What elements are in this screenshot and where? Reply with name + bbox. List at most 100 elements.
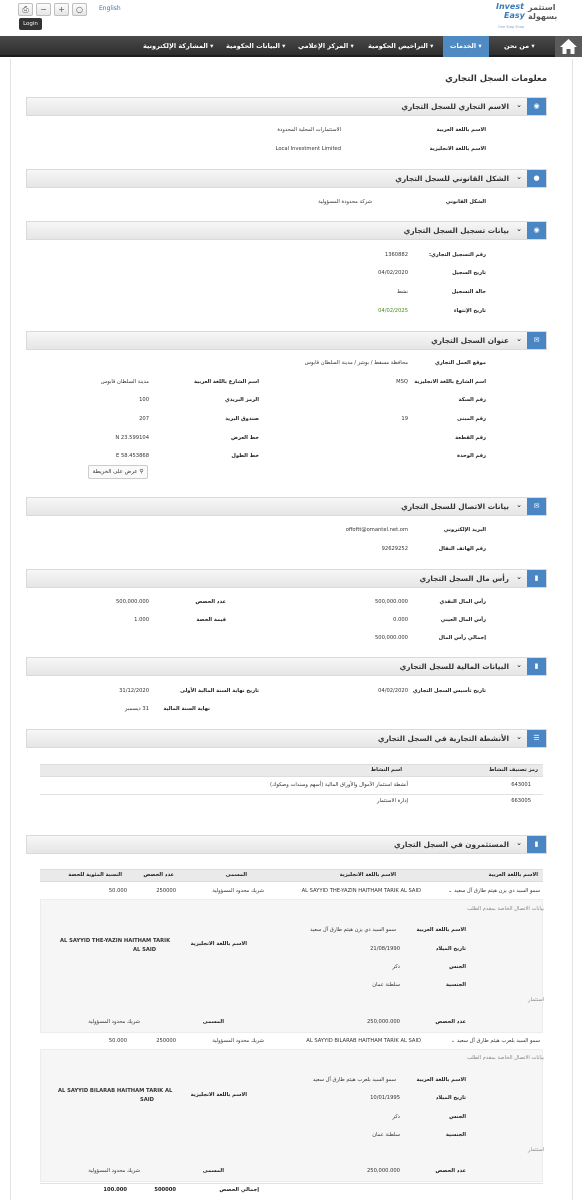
investor-gender-value: ذكر xyxy=(392,964,400,970)
reg-status-label: حالة التسجيل xyxy=(451,289,486,295)
section-capital[interactable]: ▮ ⌄ رأس مال السجل التجاري xyxy=(26,569,547,588)
investor-en-name-value-line2: SAID xyxy=(140,1097,154,1103)
plot-no-label: رقم القطعة xyxy=(455,435,486,441)
fy-end-label: نهاية السنة المالية xyxy=(163,706,210,712)
chevron-down-icon[interactable]: ⌄ xyxy=(448,888,452,894)
investor-dob-label: تاريخ الميلاد xyxy=(435,946,466,952)
investor-pct-cell: 50.000 xyxy=(108,1038,127,1044)
share-value-value: 1.000 xyxy=(134,617,149,623)
show-on-map-button[interactable]: ⚲ عرض على الخريطة xyxy=(88,465,148,479)
investor-title-cell: شريك محدود المسؤولية xyxy=(212,888,264,894)
nav-gov-data[interactable]: البيانات الحكومية ▾ xyxy=(226,36,285,57)
investor-en-name-cell: AL SAYYID THE-YAZIN HAITHAM TARIK AL SAI… xyxy=(301,888,421,894)
section-financial[interactable]: ▮ ⌄ البيانات المالية للسجل التجاري xyxy=(26,657,547,676)
investor-title-value: شريك محدود المسؤولية xyxy=(88,1019,140,1025)
po-box-label: صندوق البريد xyxy=(225,416,259,422)
investor-gender-value: ذكر xyxy=(392,1114,400,1120)
total-pct-value: 100.000 xyxy=(103,1187,127,1193)
language-link[interactable]: English xyxy=(99,5,121,12)
en-name-label: الاسم باللغة الانجليزية xyxy=(429,146,486,152)
investor-en-name-value: AL SAYYID THE-YAZIN HAITHAM TARIK xyxy=(60,938,171,944)
establishment-date-value: 04/02/2020 xyxy=(378,688,408,694)
investor-detail-panel xyxy=(40,1049,543,1182)
investment-caption: استثمار xyxy=(527,997,544,1003)
circle-icon: ● xyxy=(527,170,546,187)
login-button[interactable]: Login xyxy=(19,18,42,30)
reset-icon[interactable]: ○ xyxy=(72,3,87,16)
investor-ar-name-cell[interactable]: سمو السيد بلعرب هيثم طارق آل سعيد ⌄ xyxy=(451,1038,540,1044)
chevron-down-icon: ⌄ xyxy=(516,733,522,741)
chevron-down-icon: ⌄ xyxy=(516,661,522,669)
map-pin-icon: ⚲ xyxy=(139,469,144,475)
activity-name-cell: أنشطة استثمار الأموال والأوراق المالية (… xyxy=(270,782,408,788)
investor-gender-label: الجنس xyxy=(449,964,466,970)
inkind-capital-value: 0.000 xyxy=(393,617,408,623)
share-value-label: قيمة الحصة xyxy=(196,617,226,623)
list-icon: ☰ xyxy=(527,730,546,747)
chevron-down-icon[interactable]: ⌄ xyxy=(451,1038,455,1044)
first-fy-end-label: تاريخ نهاية السنة المالية الأولى xyxy=(180,688,259,694)
longitude-label: خط الطول xyxy=(231,453,259,459)
investor-nationality-value: سلطنة عمان xyxy=(372,1132,400,1138)
section-investors[interactable]: ▮ ⌄ المستثمرون في السجل التجاري xyxy=(26,835,547,854)
nav-about[interactable]: من نحن ▾ xyxy=(504,36,535,57)
activity-name-header: اسم النشاط xyxy=(370,767,402,773)
activity-code-cell: 643001 xyxy=(511,782,531,788)
main-nav: من نحن ▾ الخدمات ▾ التراخيص الحكومية ▾ ا… xyxy=(0,36,582,57)
plus-icon[interactable]: + xyxy=(54,3,69,16)
section-registration[interactable]: ◉ ⌄ بيانات تسجيل السجل التجاري xyxy=(26,221,547,240)
investor-ar-name-header: الاسم باللغة العربية xyxy=(488,872,538,878)
cash-capital-label: رأس المال النقدي xyxy=(439,599,486,605)
investor-pct-header: النسبة المئوية للحصة xyxy=(68,872,122,878)
investor-shares-label: عدد الحصص xyxy=(435,1168,466,1174)
home-icon xyxy=(560,39,577,54)
section-activities[interactable]: ☰ ⌄ الأنشطة التجارية في السجل التجاري xyxy=(26,729,547,748)
inkind-capital-label: رأس المال العيني xyxy=(440,617,486,623)
invest-easy-logo[interactable]: Invest Easy استثمر بسهولة One Stop Shop xyxy=(492,1,564,35)
investor-ar-name-cell[interactable]: سمو السيد ذي يزن هيثم طارق آل سعيد ⌄ xyxy=(448,888,540,894)
shares-count-label: عدد الحصص xyxy=(195,599,226,605)
section-address[interactable]: ✉ ⌄ عنوان السجل التجاري xyxy=(26,331,547,350)
investor-en-name-cell: AL SAYYID BILARAB HAITHAM TARIK AL SAID xyxy=(306,1038,421,1044)
envelope-icon: ✉ xyxy=(527,332,546,349)
postal-code-label: الرمز البريدي xyxy=(225,397,259,403)
bar-chart-icon: ▮ xyxy=(527,570,546,587)
email-label: البريد الإلكتروني xyxy=(443,527,486,533)
print-icon[interactable]: ⎙ xyxy=(18,3,33,16)
investor-pct-cell: 50.000 xyxy=(108,888,127,894)
investor-ar-name-value: سمو السيد ذي يزن هيثم طارق آل سعيد xyxy=(310,927,396,933)
ar-name-value: الاستثمارات المحلية المحدودة xyxy=(277,127,341,133)
en-name-value: Local Investment Limited xyxy=(275,146,341,152)
nav-media-center[interactable]: المركز الإعلامي ▾ xyxy=(298,36,354,57)
investor-shares-header: عدد الحصص xyxy=(143,872,174,878)
fy-end-value: 31 ديسمبر xyxy=(124,706,149,712)
nav-e-participation[interactable]: المشاركة الإلكترونية ▾ xyxy=(143,36,213,57)
section-contact[interactable]: ✉ ⌄ بيانات الاتصال للسجل التجاري xyxy=(26,497,547,516)
globe-icon: ◉ xyxy=(527,98,546,115)
first-fy-end-value: 31/12/2020 xyxy=(119,688,149,694)
section-trade-name[interactable]: ◉ ⌄ الاسم التجاري للسجل التجاري xyxy=(26,97,547,116)
investor-gender-label: الجنس xyxy=(449,1114,466,1120)
legal-form-value: شركة محدودة المسؤولية xyxy=(318,199,372,205)
envelope-icon: ✉ xyxy=(527,498,546,515)
latitude-value: N 23.599104 xyxy=(115,435,149,441)
activities-table-header xyxy=(40,764,543,777)
home-button[interactable] xyxy=(555,36,582,57)
contact-caption: بيانات الاتصال الخاصة بمقدم الطلب xyxy=(466,1055,544,1061)
minus-icon[interactable]: − xyxy=(36,3,51,16)
longitude-value: E 58.453868 xyxy=(116,453,149,459)
investor-shares-label: عدد الحصص xyxy=(435,1019,466,1025)
street-ar-label: اسم الشارع باللغة العربية xyxy=(194,379,259,385)
investor-title-header: المسمى xyxy=(225,872,247,878)
building-no-label: رقم المبنى xyxy=(457,416,486,422)
nav-services[interactable]: الخدمات ▾ xyxy=(443,36,489,57)
nav-gov-licenses[interactable]: التراخيص الحكومية ▾ xyxy=(368,36,433,57)
chevron-down-icon: ⌄ xyxy=(516,173,522,181)
section-legal-form[interactable]: ● ⌄ الشكل القانوني للسجل التجاري xyxy=(26,169,547,188)
po-box-value: 207 xyxy=(139,416,149,422)
chevron-down-icon: ⌄ xyxy=(516,101,522,109)
contact-caption: بيانات الاتصال الخاصة بمقدم الطلب xyxy=(466,906,544,912)
investor-dob-value: 21/08/1990 xyxy=(370,946,400,952)
business-location-label: موقع العمل التجاري xyxy=(434,360,486,366)
row-divider xyxy=(40,1183,543,1184)
